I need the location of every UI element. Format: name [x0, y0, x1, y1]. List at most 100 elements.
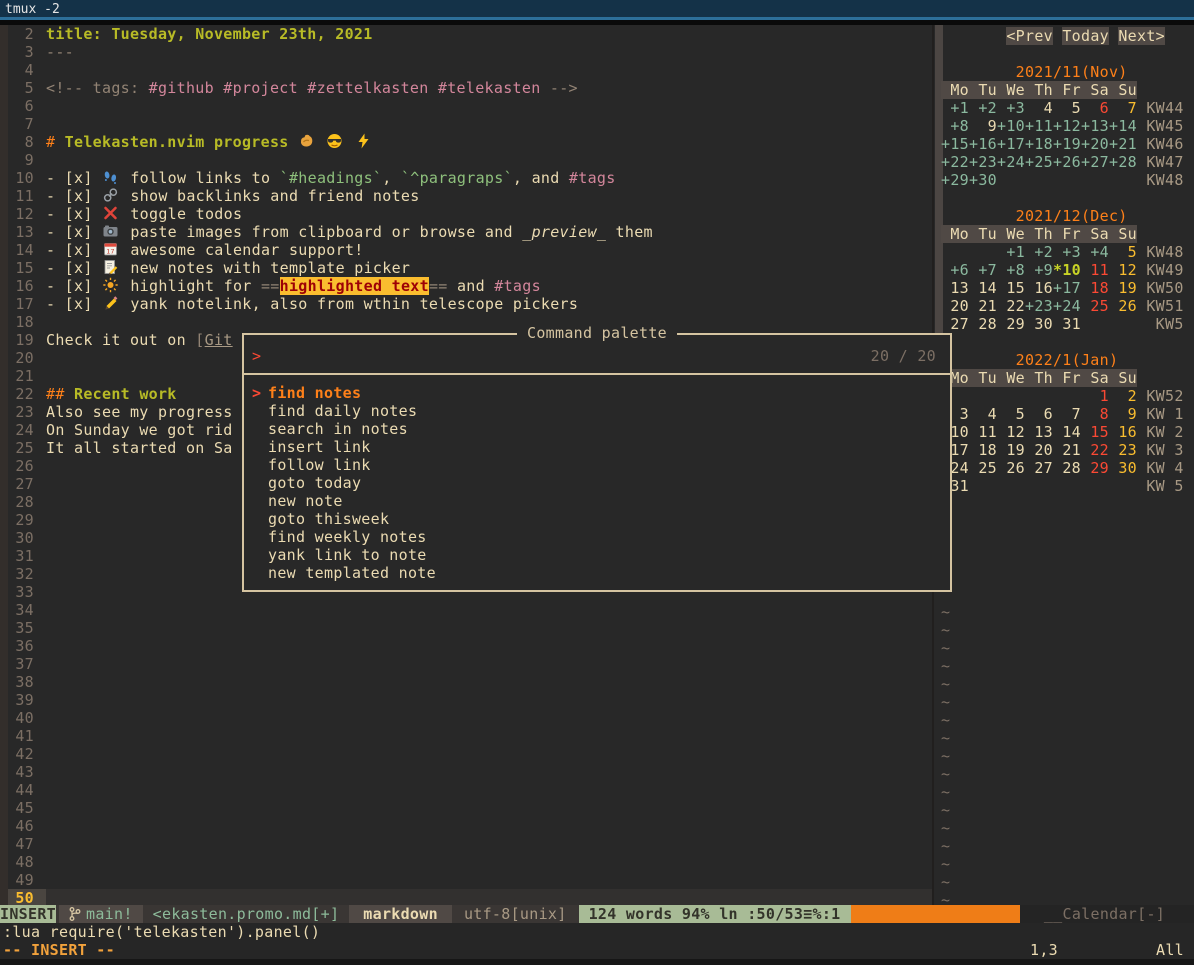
day-cell[interactable]: 22 — [997, 297, 1025, 315]
editor-line[interactable]: 9 — [0, 151, 934, 169]
day-cell[interactable]: +14 — [1109, 117, 1137, 135]
editor-line[interactable]: 35 — [0, 619, 934, 637]
day-cell[interactable]: +28 — [1109, 153, 1137, 171]
day-cell[interactable]: +10 — [997, 117, 1025, 135]
day-cell[interactable]: 2 — [1109, 387, 1137, 405]
day-cell[interactable]: +20 — [1081, 135, 1109, 153]
palette-item[interactable]: >find notes — [244, 384, 950, 402]
day-cell[interactable]: 21 — [1053, 441, 1081, 459]
day-cell[interactable]: 5 — [997, 405, 1025, 423]
editor-line[interactable]: 13- [x] paste images from clipboard or b… — [0, 223, 934, 241]
day-cell[interactable]: 11 — [969, 423, 997, 441]
day-cell[interactable]: +26 — [1053, 153, 1081, 171]
editor-line[interactable]: 36 — [0, 637, 934, 655]
day-cell[interactable]: 19 — [997, 441, 1025, 459]
day-cell[interactable]: 16 — [1025, 279, 1053, 297]
day-cell[interactable]: *10 — [1053, 261, 1081, 279]
editor-line[interactable]: 46 — [0, 817, 934, 835]
day-cell[interactable]: +17 — [1053, 279, 1081, 297]
editor-line[interactable]: 2title: Tuesday, November 23th, 2021 — [0, 25, 934, 43]
day-cell[interactable]: 21 — [969, 297, 997, 315]
day-cell[interactable]: 25 — [969, 459, 997, 477]
day-cell[interactable]: 1 — [1081, 387, 1109, 405]
git-branch-segment[interactable]: main! — [59, 905, 143, 923]
day-cell[interactable]: +24 — [997, 153, 1025, 171]
day-cell[interactable]: 28 — [969, 315, 997, 333]
day-cell[interactable]: 18 — [969, 441, 997, 459]
day-cell[interactable]: 18 — [1081, 279, 1109, 297]
day-cell[interactable]: +21 — [1109, 135, 1137, 153]
day-cell[interactable]: 15 — [1081, 423, 1109, 441]
editor-line[interactable]: 39 — [0, 691, 934, 709]
day-cell[interactable]: 12 — [1109, 261, 1137, 279]
prev-button[interactable]: <Prev — [1006, 27, 1053, 45]
day-cell[interactable]: 23 — [1109, 441, 1137, 459]
day-cell[interactable]: 4 — [1025, 99, 1053, 117]
editor-line[interactable]: 17- [x] yank notelink, also from wthin t… — [0, 295, 934, 313]
day-cell[interactable]: +9 — [1025, 261, 1053, 279]
editor-line[interactable]: 45 — [0, 799, 934, 817]
day-cell[interactable]: +22 — [941, 153, 969, 171]
day-cell[interactable]: 15 — [997, 279, 1025, 297]
day-cell[interactable]: 12 — [997, 423, 1025, 441]
day-cell[interactable]: +6 — [941, 261, 969, 279]
day-cell[interactable]: 9 — [1109, 405, 1137, 423]
editor-line[interactable]: 49 — [0, 871, 934, 889]
day-cell[interactable]: 6 — [1081, 99, 1109, 117]
editor-line[interactable]: 48 — [0, 853, 934, 871]
day-cell[interactable]: 22 — [1081, 441, 1109, 459]
day-cell[interactable]: 7 — [1109, 99, 1137, 117]
day-cell[interactable]: 26 — [997, 459, 1025, 477]
command-line[interactable]: :lua require('telekasten').panel() — [0, 923, 1194, 941]
editor-line[interactable]: 6 — [0, 97, 934, 115]
day-cell[interactable]: 28 — [1053, 459, 1081, 477]
palette-item[interactable]: search in notes — [244, 420, 950, 438]
calendar-window[interactable]: <Prev Today Next> 2021/11(Nov) Mo Tu We … — [936, 27, 1194, 909]
day-cell[interactable]: 13 — [941, 279, 969, 297]
editor-line[interactable]: 18 — [0, 313, 934, 331]
day-cell[interactable]: +11 — [1025, 117, 1053, 135]
editor-line[interactable]: 7 — [0, 115, 934, 133]
palette-item[interactable]: find weekly notes — [244, 528, 950, 546]
day-cell[interactable]: +17 — [997, 135, 1025, 153]
day-cell[interactable]: 25 — [1081, 297, 1109, 315]
day-cell[interactable]: +15 — [941, 135, 969, 153]
day-cell[interactable]: +3 — [1053, 243, 1081, 261]
day-cell[interactable]: 14 — [969, 279, 997, 297]
day-cell[interactable]: 13 — [1025, 423, 1053, 441]
editor-line[interactable]: 3--- — [0, 43, 934, 61]
palette-item[interactable]: yank link to note — [244, 546, 950, 564]
day-cell[interactable]: +27 — [1081, 153, 1109, 171]
day-cell[interactable]: +8 — [941, 117, 969, 135]
day-cell[interactable]: 30 — [1025, 315, 1053, 333]
window-titlebar[interactable]: tmux -2 — [0, 0, 1194, 20]
day-cell[interactable]: 26 — [1109, 297, 1137, 315]
day-cell[interactable]: +2 — [969, 99, 997, 117]
day-cell[interactable]: 27 — [1025, 459, 1053, 477]
editor-line[interactable]: 11- [x] show backlinks and friend notes — [0, 187, 934, 205]
day-cell[interactable]: 4 — [969, 405, 997, 423]
day-cell[interactable]: +24 — [1053, 297, 1081, 315]
day-cell[interactable]: 19 — [1109, 279, 1137, 297]
editor-line[interactable]: 37 — [0, 655, 934, 673]
editor-line[interactable]: 34 — [0, 601, 934, 619]
day-cell[interactable]: 8 — [1081, 405, 1109, 423]
palette-item[interactable]: goto thisweek — [244, 510, 950, 528]
day-cell[interactable]: +12 — [1053, 117, 1081, 135]
editor-line[interactable]: 4 — [0, 61, 934, 79]
editor-line[interactable]: 5<!-- tags: #github #project #zettelkast… — [0, 79, 934, 97]
day-cell[interactable]: 6 — [1025, 405, 1053, 423]
filename-segment[interactable]: <ekasten.promo.md[+] — [143, 905, 350, 923]
day-cell[interactable]: +23 — [1025, 297, 1053, 315]
day-cell[interactable]: 14 — [1053, 423, 1081, 441]
editor-line[interactable]: 40 — [0, 709, 934, 727]
day-cell[interactable]: 20 — [941, 297, 969, 315]
day-cell[interactable]: 31 — [1053, 315, 1081, 333]
day-cell[interactable]: 29 — [1081, 459, 1109, 477]
day-cell[interactable]: +16 — [969, 135, 997, 153]
editor-line[interactable]: 44 — [0, 781, 934, 799]
day-cell[interactable]: +1 — [941, 99, 969, 117]
day-cell[interactable]: 5 — [1053, 99, 1081, 117]
editor-line[interactable]: 14- [x] 17 awesome calendar support! — [0, 241, 934, 259]
day-cell[interactable]: 27 — [941, 315, 969, 333]
